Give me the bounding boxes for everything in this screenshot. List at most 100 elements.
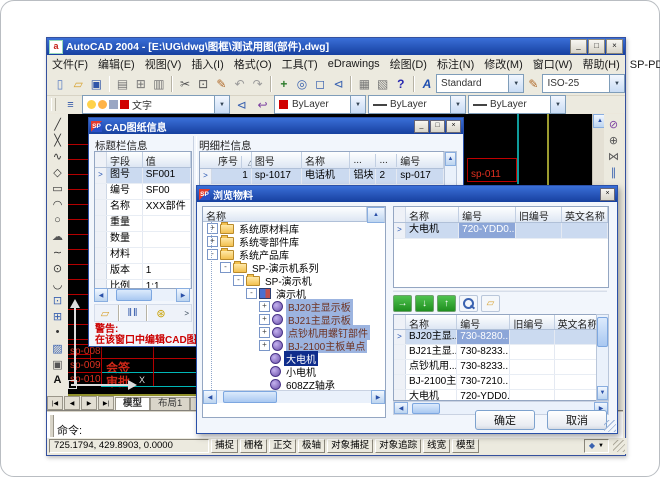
chevron-down-icon[interactable]: ▼ [450,96,465,113]
table-row[interactable]: 编号 SF00 [95,184,191,200]
table-row[interactable]: 版本 1 [95,264,191,280]
redo-icon[interactable]: ↷ [249,74,267,93]
publish-icon[interactable]: ▥ [150,74,168,93]
text-icon[interactable]: A [49,372,67,388]
menu-tools[interactable]: 工具(T) [277,56,323,72]
tree-expander[interactable]: - [207,249,218,260]
tab-model[interactable]: 模型 [115,397,150,410]
table-row[interactable]: 大电机 720-YDD0... [394,390,597,401]
toggle-ortho[interactable]: 正交 [269,439,296,453]
comm-center-icon[interactable]: ◆ [589,440,595,452]
menu-view[interactable]: 视图(V) [140,56,187,72]
close-icon[interactable]: × [446,120,461,133]
tree-expander[interactable]: + [259,314,270,325]
cancel-button[interactable]: 取消 [547,410,607,430]
tree-expander[interactable]: - [246,288,257,299]
tree-expander[interactable]: - [233,275,244,286]
linetype-combo[interactable]: ByLayer ▼ [368,95,466,114]
cell[interactable]: 1 [212,169,252,184]
tree-expander[interactable]: + [259,301,270,312]
bom-grid[interactable]: 名称 编号 旧编号 英文名称 > BJ20主显... 730-8280... B… [393,314,598,401]
statusbar-tray[interactable]: ◆ ▼ [584,439,609,453]
toggle-lineweight[interactable]: 线宽 [423,439,450,453]
table-row[interactable]: > 图号 SF001 [95,168,191,184]
table-row[interactable]: > 1 sp-1017 电话机 铝块 2 sp-017 [200,169,444,185]
toggle-snap[interactable]: 捕捉 [211,439,238,453]
copy-icon[interactable]: ⊡ [194,74,212,93]
column-header[interactable]: 编号 [457,315,510,329]
cell[interactable]: 730-8280... [457,330,510,344]
settings-add-icon[interactable]: ⊛ [151,305,171,321]
menu-modify[interactable]: 修改(M) [479,56,528,72]
menu-file[interactable]: 文件(F) [47,56,93,72]
match-properties-icon[interactable]: ✎ [212,74,230,93]
value-cell[interactable]: SF001 [143,168,191,183]
browse-material-titlebar[interactable]: SP 浏览物料 × [197,186,617,202]
cell[interactable]: 大电机 [406,223,459,238]
cut-icon[interactable]: ✂ [176,74,194,93]
save-icon[interactable]: ▣ [87,74,105,93]
column-header[interactable]: 字段 [107,152,143,167]
column-header[interactable]: ... [376,154,397,167]
copy-object-icon[interactable]: ⊕ [605,132,623,148]
scroll-right-icon[interactable]: ▶ [371,390,385,404]
scroll-up-icon[interactable]: ▲ [445,152,456,166]
column-header[interactable]: 图号 [252,152,302,169]
cell[interactable] [510,360,554,374]
column-header[interactable]: 英文名称 [562,207,608,222]
column-header[interactable]: ... [350,154,376,167]
scroll-thumb[interactable] [412,403,440,414]
window-titlebar[interactable]: a AutoCAD 2004 - [E:\UG\dwg\图框\测试用图(部件).… [47,38,625,55]
cell[interactable] [510,390,554,401]
menu-insert[interactable]: 插入(I) [186,56,228,72]
export-icon[interactable]: ▱ [95,305,115,321]
cell[interactable]: 720-YDD0... [459,223,516,238]
cell[interactable]: 730-8233... [457,360,510,374]
polyline-icon[interactable]: ∿ [49,148,67,164]
column-header[interactable]: 名称 [406,207,459,222]
table-row[interactable]: > 大电机 720-YDD0... [394,223,608,239]
cell[interactable] [562,223,608,238]
xline-icon[interactable]: ╳ [49,132,67,148]
column-header[interactable]: 英文名称 [555,315,597,329]
properties-icon[interactable]: ▦ [355,74,373,93]
tree-item-parts-lib[interactable]: +系统零部件库 [203,235,385,248]
cell[interactable]: 730-7210... [457,375,510,389]
column-header[interactable]: 编号 [459,207,516,222]
field-cell[interactable]: 重量 [107,216,143,231]
cell[interactable]: sp-1017 [252,169,302,184]
open-folder-icon[interactable]: ▱ [481,295,500,312]
cell[interactable] [510,375,554,389]
pan-icon[interactable]: + [275,74,293,93]
ellipse-icon[interactable]: ⊙ [49,260,67,276]
tree-expander[interactable]: + [207,236,218,247]
field-cell[interactable]: 图号 [107,168,143,183]
column-header[interactable]: 旧编号 [510,315,554,329]
tree-expander[interactable]: + [207,223,218,234]
close-icon[interactable]: × [600,188,615,201]
scroll-up-icon[interactable]: ▲ [367,207,385,223]
hatch-icon[interactable]: ▨ [49,340,67,356]
material-tree-panel[interactable]: 名称 ▲ +系统原材料库 +系统零部件库 -系统产品库 -SP-演示机系列 -S… [202,206,386,418]
spline-icon[interactable]: ∼ [49,244,67,260]
toggle-osnap[interactable]: 对象捕捉 [327,439,373,453]
toggle-grid[interactable]: 栅格 [240,439,267,453]
tree-expander[interactable]: - [220,262,231,273]
field-cell[interactable]: 数量 [107,232,143,247]
scroll-thumb[interactable] [223,391,277,403]
value-cell[interactable] [143,216,191,231]
insert-block-icon[interactable]: ⊡ [49,292,67,308]
value-cell[interactable]: SF00 [143,184,191,199]
add-to-bom-icon[interactable]: → [393,295,412,312]
field-cell[interactable]: 名称 [107,200,143,215]
cell[interactable] [510,330,554,344]
lineweight-combo[interactable]: ByLayer ▼ [468,95,566,114]
cell[interactable]: 730-8233... [457,345,510,359]
undo-icon[interactable]: ↶ [230,74,248,93]
close-button[interactable]: × [606,39,623,54]
resize-grip[interactable] [613,440,625,452]
ok-button[interactable]: 确定 [475,410,535,430]
layer-manager-icon[interactable]: ≡ [61,95,80,114]
line-icon[interactable]: ╱ [49,116,67,132]
cad-info-titlebar[interactable]: SP CAD图纸信息 _ □ × [89,118,463,134]
